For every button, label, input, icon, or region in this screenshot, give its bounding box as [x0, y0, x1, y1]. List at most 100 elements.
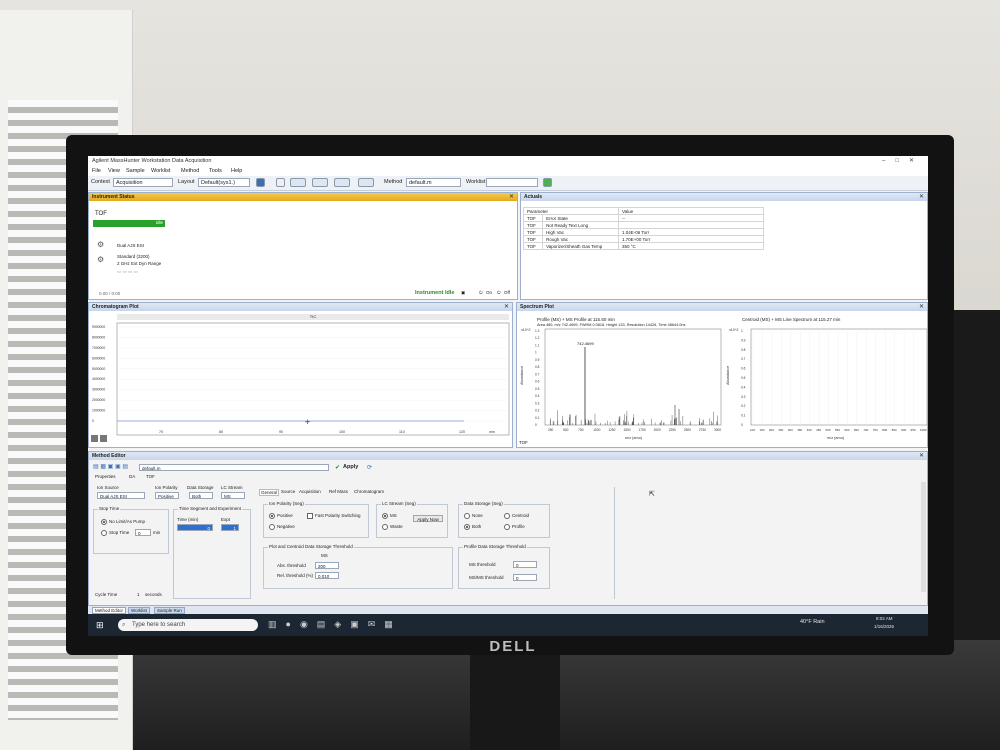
- positive-option[interactable]: Positive: [269, 513, 293, 519]
- subtab-properties[interactable]: Properties: [95, 474, 116, 479]
- profile-x-tick: 2750: [699, 428, 706, 432]
- tab-acquisition[interactable]: Acquisition: [299, 489, 321, 494]
- profile-threshold-group: Profile Data Storage Threshold: [458, 544, 550, 589]
- weather-text[interactable]: 40°F Rain: [800, 619, 825, 625]
- close-icon[interactable]: ✕: [919, 193, 924, 201]
- run-worklist-button[interactable]: [312, 178, 328, 187]
- apply-check-icon[interactable]: ✔: [335, 464, 340, 471]
- chromatogram-panel: Chromatogram Plot ✕ TIC + 9000000 8000000…: [88, 302, 513, 448]
- ms-radio[interactable]: [382, 513, 388, 519]
- spectrum-plots[interactable]: 742.4699 1.3 1.2 1.1 1 0.9 0.8 0.7 0.6 0.5 0.4 0.3…: [517, 321, 928, 448]
- close-icon[interactable]: ✕: [919, 303, 924, 311]
- centroid-x-tick: 950: [911, 428, 916, 432]
- data-storage-value: Both: [189, 492, 213, 499]
- centroid-radio[interactable]: [504, 513, 510, 519]
- run-button[interactable]: [290, 178, 306, 187]
- none-radio[interactable]: [464, 513, 470, 519]
- apply-now-button[interactable]: Apply Now: [413, 515, 443, 522]
- refresh-icon[interactable]: ⟳: [367, 464, 372, 471]
- context-label: Context: [91, 179, 110, 185]
- save-icon[interactable]: [256, 178, 265, 187]
- power-off-label[interactable]: Off: [504, 290, 510, 295]
- profile-radio[interactable]: [504, 524, 510, 530]
- worklist-icon[interactable]: [543, 178, 552, 187]
- ms-threshold-input[interactable]: 0: [513, 561, 537, 568]
- profile-x-tick: 250: [548, 428, 554, 432]
- x-tick-label: 110: [399, 430, 405, 434]
- centroid-option[interactable]: Centroid: [504, 513, 529, 519]
- pause-button[interactable]: [358, 178, 374, 187]
- stop-time-input[interactable]: 0: [135, 529, 151, 536]
- method-select[interactable]: default.m: [406, 178, 461, 187]
- lock-icon[interactable]: [276, 178, 285, 187]
- menu-worklist[interactable]: Worklist: [151, 168, 170, 174]
- power-off-icon[interactable]: ⏻: [497, 290, 501, 295]
- stop-time-option[interactable]: Stop Time: [101, 530, 129, 536]
- negative-option[interactable]: Negative: [269, 524, 295, 530]
- scrollbar[interactable]: [921, 482, 926, 592]
- tab-chromatogram[interactable]: Chromatogram: [354, 489, 384, 494]
- profile-option[interactable]: Profile: [504, 524, 525, 530]
- close-icon[interactable]: ✕: [504, 303, 509, 311]
- negative-radio[interactable]: [269, 524, 275, 530]
- menu-method[interactable]: Method: [181, 168, 199, 174]
- tab-method-editor[interactable]: Method Editor: [92, 607, 127, 614]
- centroid-x-tick: 800: [882, 428, 887, 432]
- apply-button[interactable]: Apply: [343, 464, 358, 470]
- close-icon[interactable]: ✕: [509, 193, 514, 201]
- method-file-select[interactable]: default.m: [139, 464, 329, 471]
- no-limit-option[interactable]: No Limit/As Pump: [101, 519, 145, 525]
- subtab-tof[interactable]: TOF: [146, 474, 155, 479]
- none-option[interactable]: None: [464, 513, 483, 519]
- value-header: Value: [618, 207, 764, 215]
- abs-threshold-input[interactable]: 200: [315, 562, 339, 569]
- ion-source-select[interactable]: Dual AJS ESI: [97, 492, 145, 499]
- tab-ref-mass[interactable]: Ref Mass: [329, 489, 348, 494]
- tab-source[interactable]: Source: [281, 489, 295, 494]
- menu-view[interactable]: View: [108, 168, 120, 174]
- tab-general[interactable]: General: [259, 489, 280, 496]
- power-on-icon[interactable]: ⏻: [479, 290, 483, 295]
- tab-sample-run[interactable]: Sample Run: [154, 607, 185, 614]
- time-value-cell[interactable]: 0: [177, 524, 213, 531]
- ms-option[interactable]: MS: [382, 513, 397, 519]
- menu-file[interactable]: File: [92, 168, 101, 174]
- y-tick-label: 7000000: [92, 346, 105, 350]
- taskbar-app-icons[interactable]: ▥●◉▤◈▣✉▦: [268, 619, 402, 630]
- negative-text: Negative: [277, 524, 295, 530]
- taskbar: ⊞ Type here to search ⌕ ▥●◉▤◈▣✉▦ 40°F Ra…: [88, 614, 928, 636]
- fast-switching-checkbox[interactable]: [307, 513, 313, 519]
- context-select[interactable]: Acquisition: [113, 178, 173, 187]
- expt-value-cell[interactable]: 1: [221, 524, 239, 531]
- both-radio[interactable]: [464, 524, 470, 530]
- clock-time[interactable]: 8:02 AM: [876, 616, 893, 621]
- rel-threshold-input[interactable]: 0.010: [315, 572, 339, 579]
- subtab-da[interactable]: DA: [129, 474, 135, 479]
- window-controls[interactable]: –□✕: [882, 157, 924, 164]
- layout-select[interactable]: Default(sys1.): [198, 178, 250, 187]
- menu-help[interactable]: Help: [231, 168, 242, 174]
- waste-radio[interactable]: [382, 524, 388, 530]
- positive-radio[interactable]: [269, 513, 275, 519]
- tab-worklist[interactable]: Worklist: [128, 607, 150, 614]
- detector-icon: ⚙: [97, 255, 105, 264]
- menu-tools[interactable]: Tools: [209, 168, 222, 174]
- menu-sample[interactable]: Sample: [126, 168, 145, 174]
- method-toolbar-icons[interactable]: ▤ ▦ ▣ ▣ ▤: [93, 463, 128, 470]
- waste-option[interactable]: Waste: [382, 524, 403, 530]
- both-option[interactable]: Both: [464, 524, 481, 530]
- power-on-label[interactable]: On: [486, 290, 492, 295]
- msms-threshold-input[interactable]: 0: [513, 574, 537, 581]
- fast-switching-option[interactable]: Fast Polarity Switching: [307, 513, 361, 519]
- taskbar-search[interactable]: Type here to search: [118, 619, 258, 631]
- close-icon[interactable]: ✕: [919, 452, 924, 460]
- chromatogram-plot[interactable]: + 9000000 8000000 7000000 6000000 5000000 400…: [89, 321, 513, 448]
- worklist-select[interactable]: [486, 178, 538, 187]
- windows-icon[interactable]: ⊞: [96, 619, 104, 631]
- stop-time-radio[interactable]: [101, 530, 107, 536]
- no-limit-radio[interactable]: [101, 519, 107, 525]
- stop-button[interactable]: [334, 178, 350, 187]
- status-refresh-icon[interactable]: ▣: [461, 290, 465, 296]
- clock-date[interactable]: 1/16/2026: [874, 624, 894, 629]
- splitter[interactable]: [614, 487, 615, 599]
